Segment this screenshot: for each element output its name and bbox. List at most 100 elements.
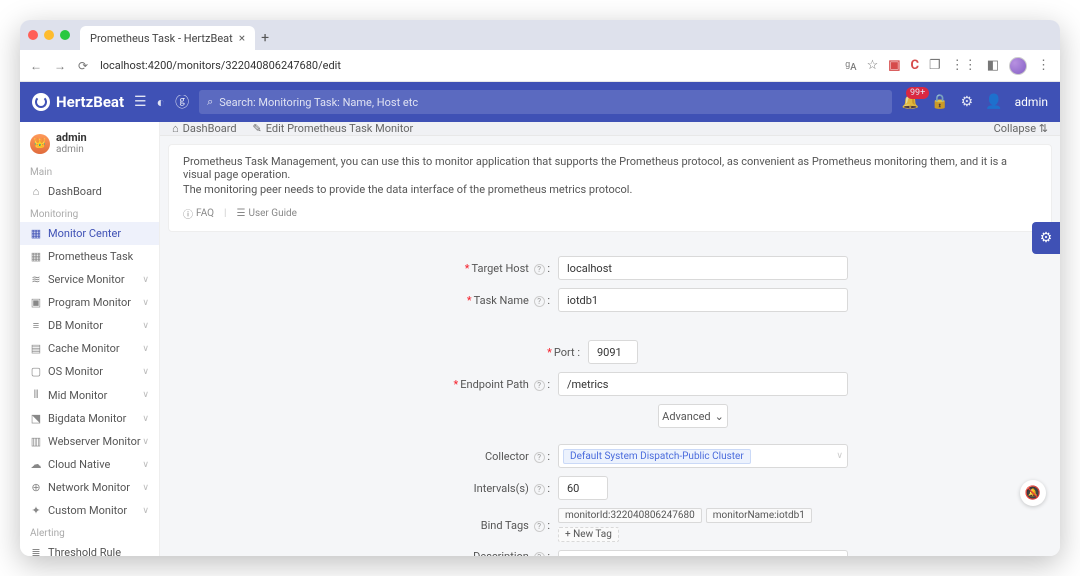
sidebar-item-cloud-native[interactable]: ☁Cloud Native∨ — [20, 453, 159, 476]
github-icon[interactable]: ◐ — [157, 94, 165, 111]
sidebar-item-cache-monitor[interactable]: ▤Cache Monitor∨ — [20, 337, 159, 360]
help-icon[interactable]: ? — [534, 296, 545, 307]
port-input[interactable] — [588, 340, 638, 364]
collapse-toggle[interactable]: Collapse ⇅ — [994, 122, 1048, 135]
sidepanel-icon[interactable]: ◧ — [987, 58, 999, 73]
add-tag-button[interactable]: + New Tag — [558, 527, 619, 542]
server-icon: ▥ — [30, 435, 42, 448]
browser-address-bar: ← → ⟳ localhost:4200/monitors/3220408062… — [20, 50, 1060, 82]
tag-monitor-id[interactable]: monitorId:322040806247680 — [558, 508, 702, 523]
chevron-down-icon: ∨ — [142, 321, 149, 331]
forward-icon[interactable]: → — [54, 59, 66, 73]
help-icon[interactable]: ? — [534, 552, 545, 556]
description-panel: Prometheus Task Management, you can use … — [168, 144, 1052, 232]
help-icon[interactable]: ? — [534, 452, 545, 463]
sidebar-item-mid-monitor[interactable]: ⫴Mid Monitor∨ — [20, 383, 159, 407]
tab-edit-monitor[interactable]: ✎Edit Prometheus Task Monitor — [253, 122, 414, 135]
tabs-icon[interactable]: ❐ — [929, 58, 941, 73]
custom-icon: ✦ — [30, 504, 42, 517]
sidebar-user[interactable]: 👑 admin admin — [20, 126, 159, 161]
advanced-toggle[interactable]: Advanced ⌄ — [658, 404, 728, 428]
tab-dashboard[interactable]: ⌂DashBoard — [172, 122, 237, 135]
cache-icon: ▤ — [30, 342, 42, 355]
task-name-input[interactable] — [558, 288, 848, 312]
sidebar-item-dashboard[interactable]: ⌂DashBoard — [20, 180, 159, 203]
search-input[interactable]: ⌕ Search: Monitoring Task: Name, Host et… — [199, 90, 892, 114]
collector-select[interactable]: Default System Dispatch-Public Cluster ∨ — [558, 444, 848, 468]
mute-float-icon[interactable]: 🔕 — [1020, 480, 1046, 506]
database-icon: ≡ — [30, 319, 42, 332]
new-tab-button[interactable]: + — [261, 30, 269, 46]
description-textarea[interactable] — [558, 550, 848, 556]
user-icon[interactable]: 👤 — [985, 94, 1002, 110]
lock-icon[interactable]: 🔒 — [931, 94, 948, 110]
settings-icon[interactable]: ⚙ — [961, 94, 974, 110]
tab-title: Prometheus Task - HertzBeat — [90, 32, 233, 45]
sidebar-item-bigdata-monitor[interactable]: ⬔Bigdata Monitor∨ — [20, 407, 159, 430]
chevron-down-icon: ∨ — [142, 506, 149, 516]
logo-icon — [32, 93, 50, 111]
chevron-down-icon: ∨ — [142, 344, 149, 354]
app-icon: ▣ — [30, 296, 42, 309]
extension-icon[interactable]: ▣ — [888, 58, 900, 73]
sidebar: 👑 admin admin Main ⌂DashBoard Monitoring… — [20, 122, 160, 556]
sidebar-item-os-monitor[interactable]: ▢OS Monitor∨ — [20, 360, 159, 383]
chevron-down-icon: ∨ — [836, 451, 843, 461]
section-main: Main — [20, 161, 159, 180]
faq-link[interactable]: ⓘ FAQ — [183, 206, 214, 221]
browser-tab[interactable]: Prometheus Task - HertzBeat × — [80, 26, 255, 50]
user-guide-link[interactable]: ☰ User Guide — [237, 206, 297, 221]
chart-icon: ⬔ — [30, 412, 42, 425]
chevron-down-icon: ∨ — [142, 414, 149, 424]
menu-collapse-icon[interactable]: ☰ — [134, 94, 147, 110]
back-icon[interactable]: ← — [30, 59, 42, 73]
help-icon[interactable]: ? — [534, 521, 545, 532]
rule-icon: ≣ — [30, 546, 42, 556]
notifications-icon[interactable]: 🔔99+ — [902, 94, 919, 110]
reload-icon[interactable]: ⟳ — [78, 59, 88, 73]
target-host-input[interactable] — [558, 256, 848, 280]
brand-logo[interactable]: HertzBeat — [32, 93, 124, 111]
chevron-down-icon: ∨ — [142, 390, 149, 400]
section-monitoring: Monitoring — [20, 203, 159, 222]
edit-icon: ✎ — [253, 122, 262, 135]
help-icon[interactable]: ? — [534, 484, 545, 495]
dashboard-icon: ⌂ — [30, 185, 42, 198]
gitee-icon[interactable]: ⓖ — [175, 92, 189, 112]
tag-monitor-name[interactable]: monitorName:iotdb1 — [706, 508, 812, 523]
chevron-down-icon: ∨ — [142, 367, 149, 377]
profile-avatar-icon[interactable] — [1009, 57, 1027, 75]
settings-float-icon[interactable]: ⚙ — [1032, 222, 1060, 254]
sidebar-item-network-monitor[interactable]: ⊕Network Monitor∨ — [20, 476, 159, 499]
sidebar-item-prometheus-task[interactable]: ▦Prometheus Task — [20, 245, 159, 268]
bookmark-icon[interactable]: ☆ — [867, 58, 879, 73]
chevron-down-icon: ∨ — [142, 460, 149, 470]
sidebar-item-service-monitor[interactable]: ≋Service Monitor∨ — [20, 268, 159, 291]
menu-icon[interactable]: ⋮ — [1037, 58, 1050, 73]
puzzle-icon[interactable]: ⋮⋮ — [951, 58, 977, 73]
sidebar-item-db-monitor[interactable]: ≡DB Monitor∨ — [20, 314, 159, 337]
chevron-down-icon: ∨ — [142, 298, 149, 308]
window-minimize-icon[interactable] — [44, 30, 54, 40]
window-close-icon[interactable] — [28, 30, 38, 40]
help-icon[interactable]: ? — [534, 264, 545, 275]
layers-icon: ≋ — [30, 273, 42, 286]
extension-c-icon[interactable]: C — [911, 58, 920, 73]
url-field[interactable]: localhost:4200/monitors/322040806247680/… — [100, 59, 833, 72]
translate-icon[interactable]: ᵍᴀ — [845, 58, 856, 74]
sidebar-item-monitor-center[interactable]: ▦Monitor Center — [20, 222, 159, 245]
app-header: HertzBeat ☰ ◐ ⓖ ⌕ Search: Monitoring Tas… — [20, 82, 1060, 122]
sidebar-item-threshold-rule[interactable]: ≣Threshold Rule — [20, 541, 159, 556]
network-icon: ⊕ — [30, 481, 42, 494]
username-label[interactable]: admin — [1015, 95, 1048, 109]
sidebar-item-custom-monitor[interactable]: ✦Custom Monitor∨ — [20, 499, 159, 522]
window-maximize-icon[interactable] — [60, 30, 70, 40]
endpoint-path-input[interactable] — [558, 372, 848, 396]
sidebar-item-program-monitor[interactable]: ▣Program Monitor∨ — [20, 291, 159, 314]
bars-icon: ⫴ — [30, 388, 42, 402]
sidebar-item-webserver-monitor[interactable]: ▥Webserver Monitor∨ — [20, 430, 159, 453]
help-icon[interactable]: ? — [534, 380, 545, 391]
intervals-input[interactable] — [558, 476, 608, 500]
close-icon[interactable]: × — [239, 31, 245, 45]
chevron-down-icon: ∨ — [142, 483, 149, 493]
